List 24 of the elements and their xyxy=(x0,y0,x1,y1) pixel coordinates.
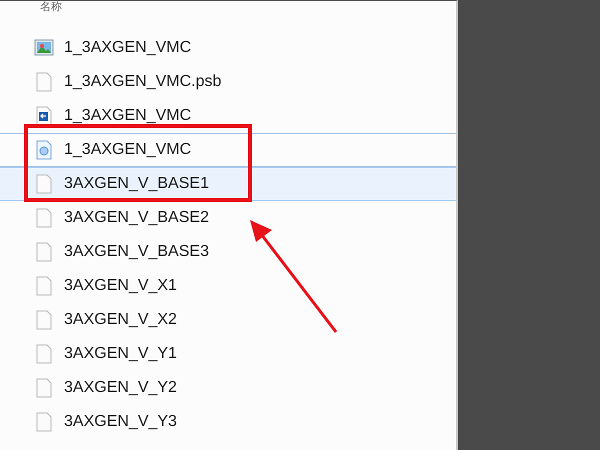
column-header[interactable]: 名称 xyxy=(40,1,62,13)
file-name: 3AXGEN_V_Y3 xyxy=(64,412,177,432)
file-name: 1_3AXGEN_VMC.psb xyxy=(64,72,222,92)
file-row[interactable]: 3AXGEN_V_Y1 xyxy=(0,337,456,371)
file-name: 3AXGEN_V_BASE2 xyxy=(64,208,209,228)
file-row[interactable]: 1_3AXGEN_VMC xyxy=(0,99,456,133)
file-row[interactable]: 3AXGEN_V_Y3 xyxy=(0,405,456,439)
file-name: 1_3AXGEN_VMC xyxy=(64,38,192,58)
file-row[interactable]: 3AXGEN_V_X1 xyxy=(0,269,456,303)
file-row[interactable]: 3AXGEN_V_X2 xyxy=(0,303,456,337)
file-name: 3AXGEN_V_X2 xyxy=(64,310,177,330)
file-name: 1_3AXGEN_VMC xyxy=(64,106,192,126)
file-row[interactable]: 3AXGEN_V_BASE3 xyxy=(0,235,456,269)
file-row[interactable]: 3AXGEN_V_BASE1 xyxy=(0,167,456,201)
file-name: 1_3AXGEN_VMC xyxy=(64,140,192,160)
file-name: 3AXGEN_V_X1 xyxy=(64,276,177,296)
file-row[interactable]: 3AXGEN_V_BASE2 xyxy=(0,201,456,235)
file-name: 3AXGEN_V_BASE1 xyxy=(64,174,209,194)
file-row[interactable]: 1_3AXGEN_VMC.psb xyxy=(0,65,456,99)
file-row[interactable]: 3AXGEN_V_Y2 xyxy=(0,371,456,405)
file-row[interactable]: 1_3AXGEN_VMC xyxy=(0,31,456,65)
file-name: 3AXGEN_V_Y1 xyxy=(64,344,177,364)
file-name: 3AXGEN_V_BASE3 xyxy=(64,242,209,262)
file-name: 3AXGEN_V_Y2 xyxy=(64,378,177,398)
